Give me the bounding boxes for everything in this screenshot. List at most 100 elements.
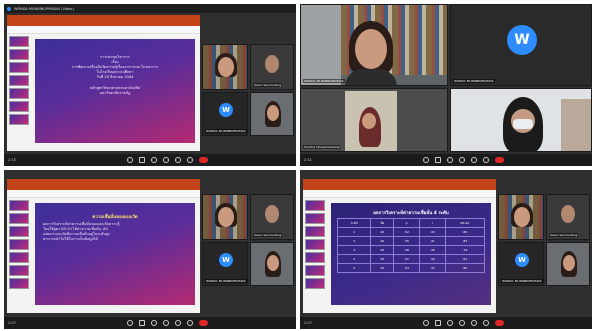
mute-icon[interactable] <box>422 157 429 163</box>
slide-thumb[interactable] <box>305 213 325 224</box>
slide-thumb[interactable] <box>9 75 29 86</box>
table-cell: .44 <box>418 263 446 273</box>
slide-thumb[interactable] <box>305 239 325 250</box>
participants-icon[interactable] <box>458 157 465 163</box>
table-row: 5 20 .53 .44 .80 <box>336 263 486 273</box>
slide-line: สามารถนำไปใช้ในการเก็บข้อมูลได้ <box>43 237 98 241</box>
table-cell: .45 <box>418 245 446 255</box>
video-tile-wipada[interactable] <box>498 194 544 240</box>
slide-thumb[interactable] <box>9 265 29 276</box>
meeting-time: 2:07 <box>8 321 16 325</box>
video-tile-sainu[interactable] <box>450 88 592 152</box>
table-cell: 4 <box>336 254 372 264</box>
slide-line: มหาวิทยาลัยราชภัฏ <box>99 91 131 95</box>
video-icon[interactable] <box>434 157 441 163</box>
current-slide: การประชุมวิชาการ เรื่อง การพัฒนาเครื่องม… <box>35 39 195 143</box>
participants-icon[interactable] <box>162 157 169 163</box>
meeting-time: 2:07 <box>304 321 312 325</box>
video-tile-sainu[interactable]: Sainu Sanomdong <box>546 194 590 240</box>
share-icon[interactable] <box>186 320 193 326</box>
slide-thumb[interactable] <box>9 49 29 60</box>
share-icon[interactable] <box>482 157 489 163</box>
participant-name: Sainu Sanomdong <box>549 233 579 237</box>
slide-thumb[interactable] <box>9 213 29 224</box>
video-tile-wipada[interactable] <box>202 44 248 90</box>
chat-icon[interactable] <box>470 320 477 326</box>
participant-name: WIPADA MUNINNOPPAMAS <box>453 79 495 83</box>
end-call-button[interactable] <box>198 157 208 163</box>
slide-thumb[interactable] <box>9 101 29 112</box>
video-icon[interactable] <box>434 320 441 326</box>
video-tile-sainu[interactable]: Sainu Sanomdong <box>250 194 294 240</box>
participant-name: WIPADA MUNINNOPPAMAS <box>303 79 345 83</box>
current-slide: ความเชื่อมั่นของแบบวัด ผลการวิเคราะห์ค่า… <box>35 203 195 305</box>
mute-icon[interactable] <box>126 157 133 163</box>
slide-thumbnails[interactable] <box>9 36 31 147</box>
video-tile-suchira[interactable] <box>250 92 294 136</box>
slide-thumb[interactable] <box>305 252 325 263</box>
end-call-button[interactable] <box>494 320 504 326</box>
table-cell: 20 <box>370 245 395 255</box>
slide-thumb[interactable] <box>305 278 325 289</box>
participants-icon[interactable] <box>458 320 465 326</box>
slide-thumb[interactable] <box>9 200 29 211</box>
video-tile-avatar[interactable]: W WIPADA MUNINNOPPAMAS <box>202 92 248 136</box>
slide-thumb[interactable] <box>305 226 325 237</box>
slide-thumb[interactable] <box>9 239 29 250</box>
video-icon[interactable] <box>138 157 145 163</box>
video-tile-wipada[interactable] <box>202 194 248 240</box>
video-tile-wipada[interactable]: WIPADA MUNINNOPPAMAS <box>300 4 448 86</box>
mute-icon[interactable] <box>422 320 429 326</box>
video-icon[interactable] <box>138 320 145 326</box>
slide-thumb[interactable] <box>305 265 325 276</box>
slide-line: วันที่ 20 สิงหาคม 2564 <box>96 75 134 79</box>
slide-thumbnails[interactable] <box>9 200 31 309</box>
slide-thumb[interactable] <box>9 226 29 237</box>
table-cell: r <box>418 218 446 228</box>
slide-thumb[interactable] <box>305 200 325 211</box>
end-call-button[interactable] <box>494 157 504 163</box>
security-icon[interactable] <box>150 320 157 326</box>
video-tile-avatar[interactable]: W WIPADA MUNINNOPPAMAS <box>498 242 544 286</box>
video-tile-suchira[interactable]: Suchira Chosomchanna <box>300 88 448 152</box>
slide-thumb[interactable] <box>9 114 29 125</box>
quadrant-top-right: WIPADA MUNINNOPPAMAS W WIPADA MUNINNOPPA… <box>300 4 592 166</box>
table-cell: .55 <box>393 236 420 246</box>
table-cell: .53 <box>393 263 420 273</box>
participant-name: WIPADA MUNINNOPPAMAS <box>205 129 247 133</box>
slide-thumbnails[interactable] <box>305 200 327 309</box>
end-call-button[interactable] <box>198 320 208 326</box>
video-tile-avatar[interactable]: W WIPADA MUNINNOPPAMAS <box>450 4 592 86</box>
video-tile-avatar[interactable]: W WIPADA MUNINNOPPAMAS <box>202 242 248 286</box>
video-tile-suchira[interactable] <box>546 242 590 286</box>
table-cell: .80 <box>444 263 486 273</box>
video-tile-suchira[interactable] <box>250 242 294 286</box>
table-cell: ระดับ <box>336 218 372 228</box>
ribbon <box>7 15 200 26</box>
table-cell: 3 <box>336 245 372 255</box>
participant-name: Sainu Sanomdong <box>253 83 283 87</box>
slide-thumb[interactable] <box>9 88 29 99</box>
security-icon[interactable] <box>446 320 453 326</box>
table-row: ระดับ ข้อ p r KR-20 <box>336 218 486 228</box>
mute-icon[interactable] <box>126 320 133 326</box>
slide-thumb[interactable] <box>9 278 29 289</box>
chat-icon[interactable] <box>174 157 181 163</box>
share-icon[interactable] <box>186 157 193 163</box>
quadrant-bottom-left: ความเชื่อมั่นของแบบวัด ผลการวิเคราะห์ค่า… <box>4 170 296 329</box>
table-row: 2 20 .55 .41 .82 <box>336 236 486 246</box>
slide-thumb[interactable] <box>9 252 29 263</box>
chat-icon[interactable] <box>174 320 181 326</box>
table-cell: 20 <box>370 236 395 246</box>
video-tile-sainu[interactable]: Sainu Sanomdong <box>250 44 294 90</box>
slide-thumb[interactable] <box>9 36 29 47</box>
slide-thumb[interactable] <box>9 62 29 73</box>
participants-icon[interactable] <box>162 320 169 326</box>
chat-icon[interactable] <box>470 157 477 163</box>
security-icon[interactable] <box>150 157 157 163</box>
table-cell: .80 <box>444 227 486 237</box>
share-icon[interactable] <box>482 320 489 326</box>
security-icon[interactable] <box>446 157 453 163</box>
table-cell: 20 <box>370 227 395 237</box>
table-cell: .82 <box>444 236 486 246</box>
